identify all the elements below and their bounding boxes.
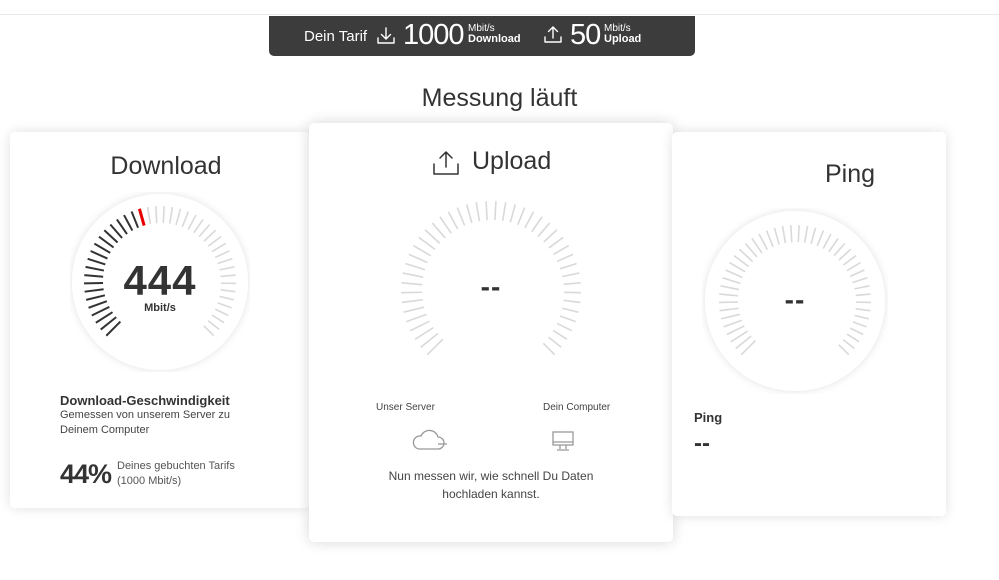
upload-gauge-tick: [559, 315, 576, 323]
download-gauge-tick: [162, 206, 165, 224]
upload-gauge-tick: [420, 332, 439, 348]
ping-label: Ping: [694, 410, 723, 425]
cloud-icon: [412, 428, 448, 457]
download-percent: 44%: [60, 459, 112, 489]
tarif-bar: Dein Tarif 1000 Mbit/s Download 50 Mbit/…: [269, 16, 695, 56]
upload-gauge-tick: [406, 313, 427, 323]
upload-gauge-tick: [501, 202, 507, 221]
tarif-label: Dein Tarif: [304, 28, 368, 45]
download-desc-sub: Gemessen von unserem Server zu Deinem Co…: [60, 409, 230, 436]
upload-gauge-tick: [517, 207, 526, 226]
upload-gauge-tick: [543, 229, 558, 243]
upload-gauge-tick: [548, 336, 562, 348]
upload-gauge-tick: [524, 211, 535, 229]
upload-gauge-tick: [559, 262, 577, 270]
upload-gauge-tick: [465, 204, 473, 224]
upload-gauge-tick: [426, 338, 444, 356]
download-gauge-tick: [155, 206, 158, 224]
upload-gauge-tick: [424, 229, 441, 244]
upload-gauge-tick: [408, 253, 428, 264]
download-arrow-icon: [376, 26, 396, 51]
download-percent-note: Deines gebuchten Tarifs (1000 Mbit/s): [117, 460, 235, 487]
tarif-upload-value: 50: [570, 19, 601, 51]
upload-gauge-tick: [548, 236, 564, 249]
download-desc-title: Download-Geschwindigkeit: [60, 393, 230, 408]
upload-title: Upload: [472, 147, 552, 175]
upload-card: Upload -- Unser Server Dein Computer Nun…: [309, 123, 673, 542]
upload-gauge-tick: [542, 342, 556, 356]
upload-info-text: Nun messen wir, wie schnell Du Daten hoc…: [388, 469, 594, 501]
upload-gauge-tick: [418, 236, 436, 250]
upload-gauge-tick: [494, 201, 497, 221]
server-label: Unser Server: [376, 402, 435, 413]
upload-gauge-tick: [405, 262, 426, 271]
download-title: Download: [110, 152, 222, 180]
monitor-icon: [551, 430, 575, 457]
upload-gauge-tick: [456, 207, 466, 226]
ping-title: Ping: [824, 160, 876, 188]
top-divider: [0, 14, 999, 15]
upload-gauge-tick: [553, 244, 570, 256]
upload-gauge-tick: [552, 329, 568, 340]
ping-gauge-tick: [797, 225, 800, 243]
upload-gauge-tick: [412, 244, 432, 257]
upload-gauge-tick: [531, 216, 543, 233]
tarif-download-value: 1000: [403, 19, 465, 51]
upload-gauge-tick: [475, 202, 481, 222]
computer-label: Dein Computer: [543, 402, 611, 413]
upload-gauge-tick: [403, 306, 425, 313]
download-value: 444: [123, 257, 197, 304]
ping-result: --: [694, 430, 710, 457]
upload-arrow-icon: [543, 25, 563, 50]
measurement-status: Messung läuft: [421, 84, 578, 112]
upload-value: --: [480, 271, 502, 302]
upload-gauge-tick: [431, 222, 446, 239]
upload-gauge-tick: [439, 216, 452, 234]
upload-gauge-tick: [556, 253, 574, 263]
download-card: Download 444 Mbit/s Download-Geschwindig…: [10, 132, 310, 508]
ping-value: --: [784, 284, 806, 315]
upload-gauge-tick: [414, 326, 434, 340]
upload-gauge-tick: [447, 211, 459, 230]
ping-gauge-tick: [790, 225, 793, 243]
upload-gauge-tick: [509, 204, 517, 223]
tarif-download-unit: Mbit/s Download: [468, 23, 521, 45]
upload-gauge-tick: [556, 322, 573, 332]
upload-gauge-tick: [409, 320, 430, 332]
upload-gauge-tick: [485, 201, 488, 221]
tarif-upload-unit: Mbit/s Upload: [604, 23, 642, 45]
upload-gauge-tick: [537, 222, 551, 238]
upload-gauge-tick: [562, 307, 579, 313]
download-unit: Mbit/s: [144, 302, 176, 314]
upload-arrow-icon: [431, 149, 461, 184]
ping-card: Ping -- Ping --: [672, 132, 946, 516]
